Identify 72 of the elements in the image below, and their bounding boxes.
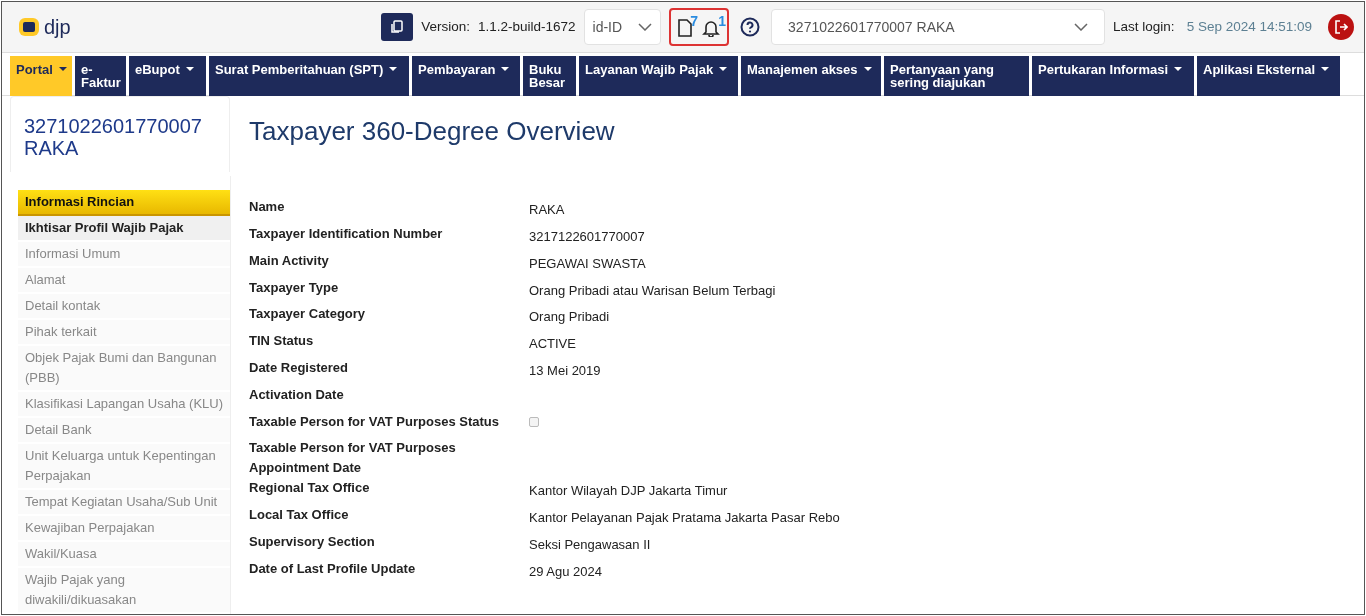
chevron-down-icon bbox=[1074, 23, 1089, 31]
taxpayer-select[interactable]: 3271022601770007 RAKA bbox=[771, 9, 1106, 45]
field-value: Kantor Wilayah DJP Jakarta Timur bbox=[529, 482, 729, 501]
sidebar-item[interactable]: Kewajiban Perpajakan bbox=[18, 515, 230, 542]
menu-item[interactable]: Aplikasi Eksternal bbox=[1197, 56, 1340, 96]
sidebar-item[interactable]: Detail Bank bbox=[18, 417, 230, 444]
sidebar-title: 3271022601770007 RAKA bbox=[24, 115, 203, 159]
checkbox[interactable] bbox=[529, 416, 539, 427]
menu-item[interactable]: e-Faktur bbox=[75, 56, 126, 96]
sidebar-item[interactable]: Pihak terkait bbox=[18, 319, 230, 346]
section-header: Informasi Rincian bbox=[18, 190, 230, 216]
menu-item[interactable]: Pembayaran bbox=[412, 56, 520, 96]
field-value: Orang Pribadi atau Warisan Belum Terbagi bbox=[529, 281, 777, 300]
sidebar-item[interactable]: Alamat bbox=[18, 267, 230, 294]
copy-button[interactable] bbox=[381, 13, 414, 41]
field-label: Taxpayer Type bbox=[249, 278, 340, 297]
menu-item[interactable]: Portal bbox=[10, 56, 72, 96]
sidebar-item[interactable]: Informasi Umum bbox=[18, 241, 230, 268]
menu-item[interactable]: Buku Besar bbox=[523, 56, 576, 96]
field-label: Main Activity bbox=[249, 251, 330, 270]
field-label: Activation Date bbox=[249, 385, 345, 404]
sidebar-item[interactable]: Wajib Pajak yang diwakili/dikuasakan bbox=[18, 567, 230, 614]
field-label: Taxable Person for VAT Purposes Status bbox=[249, 412, 500, 431]
language-select[interactable]: id-ID bbox=[583, 9, 662, 45]
field-label: Taxable Person for VAT Purposes Appointment Date bbox=[249, 439, 457, 478]
field-label: Date of Last Profile Update bbox=[249, 559, 417, 578]
field-value: 29 Agu 2024 bbox=[529, 562, 604, 581]
copy-icon bbox=[390, 20, 405, 34]
logo-text: djp bbox=[44, 15, 71, 40]
field-label: Date Registered bbox=[249, 358, 349, 377]
sidebar-item[interactable]: Detail kontak bbox=[18, 293, 230, 320]
sidebar-item[interactable]: Objek Pajak Bumi dan Bangunan (PBB) bbox=[18, 345, 230, 392]
version-label: Version: bbox=[421, 17, 470, 36]
field-label: Local Tax Office bbox=[249, 506, 350, 525]
version-text: 1.1.2-build-1672 bbox=[477, 17, 576, 36]
menu-item[interactable]: Manajemen akses bbox=[741, 56, 881, 96]
field-label: Name bbox=[249, 198, 286, 217]
menu-item[interactable]: Surat Pemberitahuan (SPT) bbox=[209, 56, 409, 96]
field-label: Supervisory Section bbox=[249, 532, 376, 551]
last-login-label: Last login: bbox=[1113, 17, 1175, 36]
field-value: PEGAWAI SWASTA bbox=[529, 254, 647, 273]
sidebar-item[interactable]: Tempat Kegiatan Usaha/Sub Unit bbox=[18, 489, 230, 516]
last-login-time: 5 Sep 2024 14:51:09 bbox=[1186, 17, 1312, 36]
field-label: Taxpayer Category bbox=[249, 305, 367, 324]
logo-icon bbox=[18, 17, 40, 37]
field-value: Orang Pribadi bbox=[529, 308, 611, 327]
language-value: id-ID bbox=[592, 17, 623, 37]
document-icon bbox=[678, 18, 693, 37]
field-value: 3217122601770007 bbox=[529, 228, 646, 246]
field-value: Kantor Pelayanan Pajak Pratama Jakarta Pasar Rebo bbox=[529, 509, 841, 528]
field-label: Taxpayer Identification Number bbox=[249, 225, 444, 243]
field-label: TIN Status bbox=[249, 332, 315, 351]
field-value: 13 Mei 2019 bbox=[529, 361, 602, 380]
page-title: Taxpayer 360-Degree Overview bbox=[249, 116, 616, 148]
menu-item[interactable]: Pertukaran Informasi bbox=[1032, 56, 1194, 96]
menu-item[interactable]: Pertanyaan yang sering diajukan bbox=[884, 56, 1029, 96]
chevron-down-icon bbox=[638, 23, 653, 31]
field-label: Regional Tax Office bbox=[249, 479, 371, 498]
sidebar-item[interactable]: Unit Keluarga untuk Kepentingan Perpajakan bbox=[18, 443, 230, 490]
bell-icon bbox=[702, 18, 721, 37]
field-value: RAKA bbox=[529, 201, 566, 220]
taxpayer-select-value: 3271022601770007 RAKA bbox=[788, 17, 955, 37]
field-value: ACTIVE bbox=[529, 335, 577, 354]
sidebar-item[interactable]: Wakil/Kuasa bbox=[18, 541, 230, 568]
sidebar-item[interactable]: Klasifikasi Lapangan Usaha (KLU) bbox=[18, 391, 230, 418]
logout-button[interactable] bbox=[1328, 14, 1354, 40]
field-value: Seksi Pengawasan II bbox=[529, 535, 652, 554]
menu-item[interactable]: Layanan Wajib Pajak bbox=[579, 56, 738, 96]
logout-icon bbox=[1334, 20, 1348, 34]
menu-item[interactable]: eBupot bbox=[129, 56, 206, 96]
help-icon bbox=[740, 17, 761, 38]
sidebar-item[interactable]: Ikhtisar Profil Wajib Pajak bbox=[18, 215, 230, 242]
